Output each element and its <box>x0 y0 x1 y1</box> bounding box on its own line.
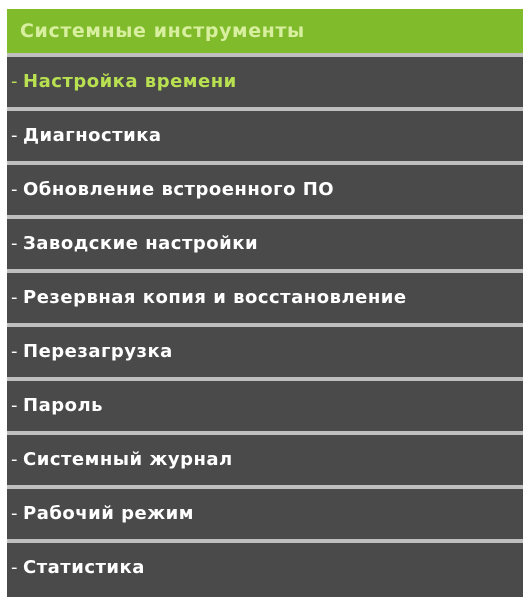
system-tools-menu: Системные инструменты - Настройка времени… <box>7 9 523 597</box>
menu-item-label: Пароль <box>23 395 104 416</box>
menu-item-time-settings[interactable]: - Настройка времени <box>7 57 523 111</box>
menu-item-statistics[interactable]: - Статистика <box>7 543 523 597</box>
menu-item-diagnostics[interactable]: - Диагностика <box>7 111 523 165</box>
menu-item-operation-mode[interactable]: - Рабочий режим <box>7 489 523 543</box>
menu-item-dash: - <box>11 503 18 524</box>
menu-item-dash: - <box>11 125 18 146</box>
menu-header-system-tools[interactable]: Системные инструменты <box>7 9 523 57</box>
menu-item-dash: - <box>11 233 18 254</box>
menu-item-system-log[interactable]: - Системный журнал <box>7 435 523 489</box>
menu-item-backup-restore[interactable]: - Резервная копия и восстановление <box>7 273 523 327</box>
menu-item-label: Резервная копия и восстановление <box>23 287 407 308</box>
menu-item-reboot[interactable]: - Перезагрузка <box>7 327 523 381</box>
menu-item-label: Обновление встроенного ПО <box>23 179 335 200</box>
menu-item-factory-defaults[interactable]: - Заводские настройки <box>7 219 523 273</box>
menu-item-label: Диагностика <box>23 125 162 146</box>
menu-item-dash: - <box>11 341 18 362</box>
menu-item-dash: - <box>11 449 18 470</box>
menu-item-label: Статистика <box>23 557 145 578</box>
menu-item-label: Рабочий режим <box>23 503 194 524</box>
menu-item-label: Системный журнал <box>23 449 233 470</box>
menu-item-dash: - <box>11 179 18 200</box>
menu-item-dash: - <box>11 395 18 416</box>
menu-item-firmware-upgrade[interactable]: - Обновление встроенного ПО <box>7 165 523 219</box>
menu-item-dash: - <box>11 557 18 578</box>
menu-item-label: Настройка времени <box>23 71 237 92</box>
menu-item-dash: - <box>11 287 18 308</box>
menu-item-password[interactable]: - Пароль <box>7 381 523 435</box>
menu-item-label: Перезагрузка <box>23 341 173 362</box>
menu-item-dash: - <box>11 71 18 92</box>
menu-item-label: Заводские настройки <box>23 233 259 254</box>
